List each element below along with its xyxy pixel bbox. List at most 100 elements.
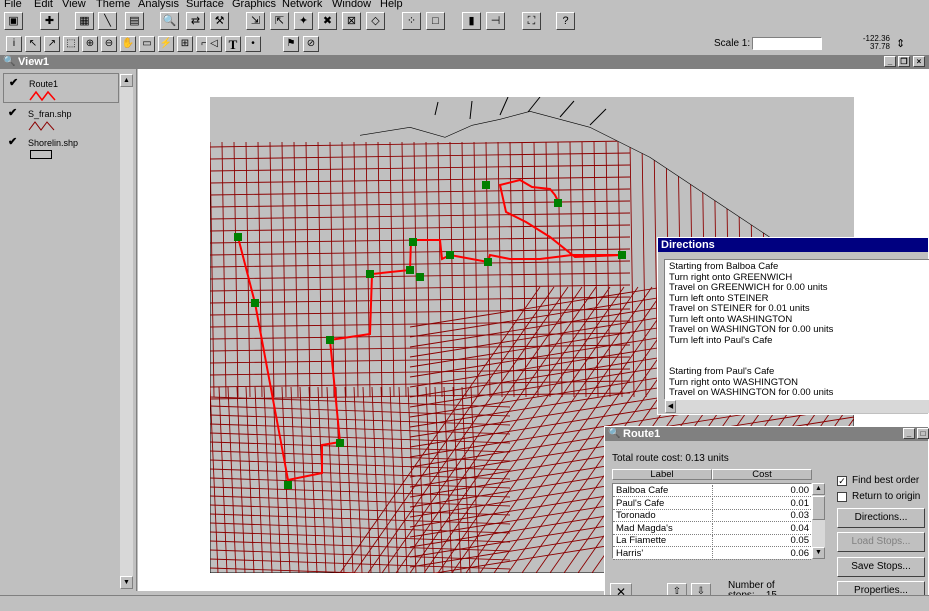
zoom-in-icon[interactable]: ✖ — [318, 12, 337, 30]
callout-icon[interactable]: ◁ — [206, 36, 222, 52]
legend-item-sfran[interactable]: ✔ S_fran.shp — [3, 105, 119, 135]
menu-edit[interactable]: Edit — [34, 0, 53, 11]
edit-legend-icon[interactable]: ╲ — [98, 12, 117, 30]
text-tool-icon[interactable]: T — [225, 36, 241, 52]
shorelin-visibility-checkbox[interactable]: ✔ — [8, 137, 19, 148]
load-stops-button[interactable]: Load Stops... — [837, 532, 925, 552]
sfran-visibility-checkbox[interactable]: ✔ — [8, 108, 19, 119]
stop-cost: 0.04 — [790, 522, 810, 534]
label-column-header[interactable]: Label — [612, 469, 712, 480]
table-row[interactable]: Harris' 0.06 — [613, 547, 811, 560]
stop-marker[interactable] — [416, 273, 424, 281]
menu-graphics[interactable]: Graphics — [232, 0, 276, 11]
scroll-left-icon[interactable]: ◀ — [665, 400, 676, 413]
stops-scrollbar[interactable]: ▲ ▼ — [812, 483, 825, 559]
directions-button[interactable]: Directions... — [837, 508, 925, 528]
stop-marker[interactable] — [234, 233, 242, 241]
table-row[interactable]: Paul's Cafe 0.01 — [613, 497, 811, 510]
clear-selected-icon[interactable]: □ — [426, 12, 445, 30]
pointer-icon[interactable]: ↖ — [25, 36, 41, 52]
directions-titlebar[interactable]: Directions — [658, 238, 928, 252]
scroll-up-icon[interactable]: ▲ — [812, 483, 825, 495]
scale-input[interactable] — [752, 37, 822, 50]
hotlink-icon[interactable]: ⚡ — [158, 36, 174, 52]
route-titlebar[interactable]: 🔍 Route1 _ □ — [605, 427, 929, 441]
directions-text[interactable]: Starting from Balboa Cafe Turn right onto… — [664, 259, 929, 400]
stop-marker[interactable] — [554, 199, 562, 207]
stop-marker[interactable] — [326, 336, 334, 344]
identify-icon[interactable]: i — [6, 36, 22, 52]
scroll-down-icon[interactable]: ▼ — [120, 576, 133, 589]
minimize-icon[interactable]: _ — [884, 56, 896, 67]
select-feature-icon[interactable]: ⬚ — [63, 36, 79, 52]
cost-column-header[interactable]: Cost — [712, 469, 812, 480]
scroll-thumb[interactable] — [812, 496, 825, 520]
area-of-interest-icon[interactable]: ⊞ — [177, 36, 193, 52]
stop-marker[interactable] — [618, 251, 626, 259]
minimize-icon[interactable]: _ — [903, 428, 915, 439]
legend-item-shorelin[interactable]: ✔ Shorelin.shp — [3, 134, 119, 164]
zoom-out-tool-icon[interactable]: ⊖ — [101, 36, 117, 52]
menu-window[interactable]: Window — [332, 0, 371, 11]
close-icon[interactable]: × — [913, 56, 925, 67]
save-icon[interactable]: ▣ — [4, 12, 23, 30]
query-builder-icon[interactable]: ⚒ — [210, 12, 229, 30]
stop-marker[interactable] — [409, 238, 417, 246]
network-service-area-icon[interactable]: ⛶ — [522, 12, 541, 30]
help-icon[interactable]: ? — [556, 12, 575, 30]
network-add-stop-icon[interactable]: ⚑ — [283, 36, 299, 52]
stops-table[interactable]: Balboa Cafe 0.00 Paul's Cafe 0.01 Toronado 0.… — [612, 483, 812, 560]
stop-marker[interactable] — [366, 270, 374, 278]
street-symbol-icon — [28, 121, 55, 131]
scroll-up-icon[interactable]: ▲ — [120, 74, 133, 87]
stop-marker[interactable] — [446, 251, 454, 259]
stop-marker[interactable] — [251, 299, 259, 307]
table-row[interactable]: La Fiamette 0.05 — [613, 535, 811, 547]
scroll-down-icon[interactable]: ▼ — [812, 547, 825, 559]
zoom-active-themes-icon[interactable]: ⇱ — [270, 12, 289, 30]
menu-surface[interactable]: Surface — [186, 0, 224, 11]
toc-scrollbar[interactable]: ▲ ▼ — [120, 74, 133, 589]
stop-marker[interactable] — [406, 266, 414, 274]
pan-icon[interactable]: ✋ — [120, 36, 136, 52]
menu-view[interactable]: View — [62, 0, 86, 11]
select-by-theme-icon[interactable]: ⁘ — [402, 12, 421, 30]
stop-marker[interactable] — [482, 181, 490, 189]
legend-item-route1[interactable]: ✔ Route1 — [3, 73, 119, 103]
restore-icon[interactable]: ❐ — [898, 56, 910, 67]
theme-properties-icon[interactable]: ▦ — [75, 12, 94, 30]
draw-point-icon[interactable]: • — [245, 36, 261, 52]
network-route-icon[interactable]: ⊣ — [486, 12, 505, 30]
return-to-origin-checkbox[interactable] — [837, 492, 847, 502]
directions-hscrollbar[interactable]: ◀ — [665, 400, 929, 413]
zoom-previous-icon[interactable]: ◇ — [366, 12, 385, 30]
stop-marker[interactable] — [484, 258, 492, 266]
find-icon[interactable]: 🔍 — [160, 12, 179, 30]
zoom-in-tool-icon[interactable]: ⊕ — [82, 36, 98, 52]
zoom-selected-icon[interactable]: ✦ — [294, 12, 313, 30]
zoom-out-icon[interactable]: ⊠ — [342, 12, 361, 30]
add-theme-icon[interactable]: ✚ — [40, 12, 59, 30]
route1-visibility-checkbox[interactable]: ✔ — [9, 78, 20, 89]
menu-network[interactable]: Network — [282, 0, 322, 11]
view-titlebar[interactable]: 🔍 View1 _ ❐ × — [0, 55, 929, 69]
locate-address-icon[interactable]: ⇄ — [186, 12, 205, 30]
measure-icon[interactable]: ▭ — [139, 36, 155, 52]
network-find-icon[interactable]: ▮ — [462, 12, 481, 30]
stop-marker[interactable] — [284, 481, 292, 489]
restore-icon[interactable]: □ — [917, 428, 929, 439]
table-row[interactable]: Toronado 0.03 — [613, 510, 811, 522]
menu-file[interactable]: File — [4, 0, 22, 11]
menu-analysis[interactable]: Analysis — [138, 0, 179, 11]
stop-marker[interactable] — [336, 439, 344, 447]
vertex-edit-icon[interactable]: ↗ — [44, 36, 60, 52]
find-best-order-checkbox[interactable]: ✓ — [837, 476, 847, 486]
open-table-icon[interactable]: ▤ — [125, 12, 144, 30]
save-stops-button[interactable]: Save Stops... — [837, 557, 925, 577]
table-row[interactable]: Mad Magda's 0.04 — [613, 522, 811, 535]
table-row[interactable]: Balboa Cafe 0.00 — [613, 485, 811, 497]
menu-help[interactable]: Help — [380, 0, 403, 11]
menu-theme[interactable]: Theme — [96, 0, 130, 11]
network-barrier-icon[interactable]: ⊘ — [303, 36, 319, 52]
zoom-full-extent-icon[interactable]: ⇲ — [246, 12, 265, 30]
